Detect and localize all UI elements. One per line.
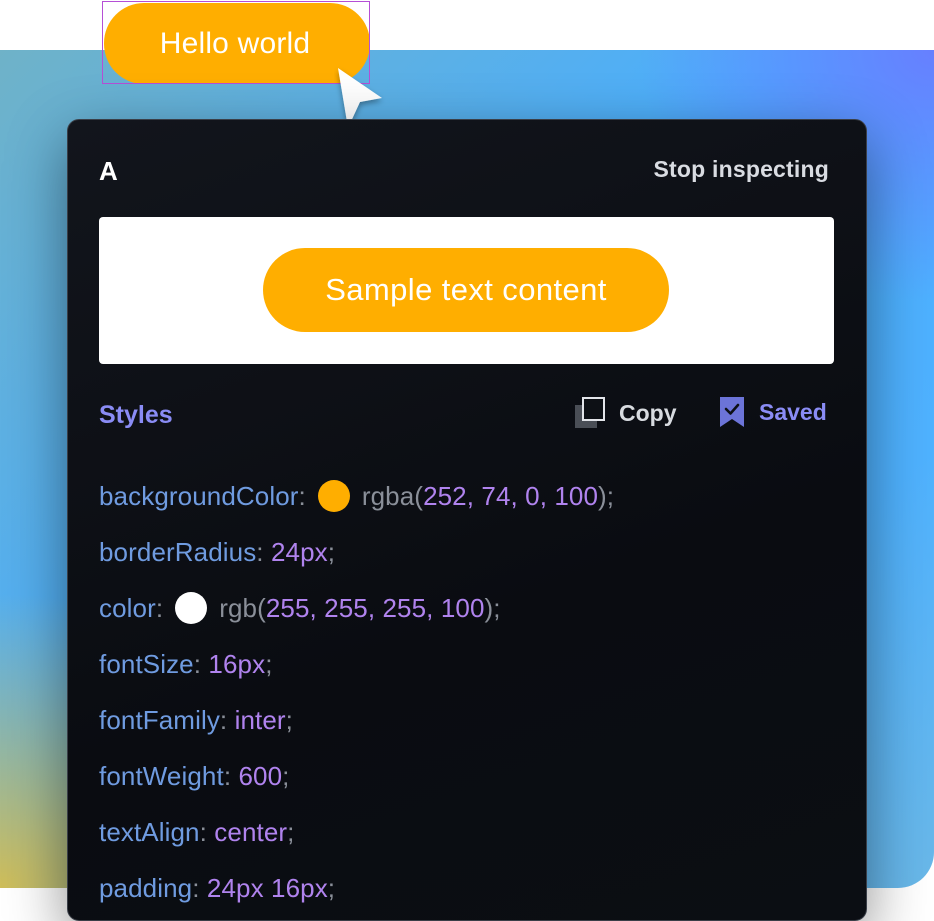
- style-value: 24px: [270, 536, 328, 567]
- style-key: backgroundColor: [99, 480, 299, 511]
- style-key: padding: [99, 872, 193, 903]
- style-key: fontWeight: [99, 760, 224, 791]
- style-function: rgba: [361, 480, 415, 511]
- style-function: rgb: [219, 592, 258, 623]
- style-value: center: [214, 816, 288, 847]
- style-key: fontFamily: [99, 704, 220, 735]
- copy-label: Copy: [619, 399, 677, 426]
- style-key: color: [99, 592, 156, 623]
- style-row-font-weight: fontWeight: 600;: [99, 760, 290, 791]
- inspector-panel: A Stop inspecting Sample text content St…: [67, 119, 867, 921]
- style-row-font-size: fontSize: 16px;: [99, 648, 273, 679]
- bookmark-check-icon: [720, 397, 744, 427]
- style-row-padding: padding: 24px 16px;: [99, 872, 336, 903]
- style-value: 16px: [208, 648, 266, 679]
- saved-label: Saved: [759, 398, 827, 425]
- style-row-background-color: backgroundColor: rgba(252, 74, 0, 100);: [99, 480, 615, 512]
- saved-button[interactable]: Saved: [719, 396, 827, 428]
- sample-preview-label: Sample text content: [325, 272, 607, 307]
- style-properties-list: backgroundColor: rgba(252, 74, 0, 100); …: [99, 468, 614, 916]
- style-row-text-align: textAlign: center;: [99, 816, 295, 847]
- styles-heading: Styles: [99, 401, 173, 429]
- hello-world-label: Hello world: [159, 26, 311, 60]
- style-row-font-family: fontFamily: inter;: [99, 704, 293, 735]
- color-swatch: [317, 480, 350, 512]
- stop-inspecting-button[interactable]: Stop inspecting: [654, 156, 830, 183]
- copy-button[interactable]: Copy: [573, 396, 677, 430]
- copy-icon: [575, 397, 605, 428]
- element-preview: Sample text content: [99, 217, 834, 364]
- style-value: 600: [238, 760, 283, 791]
- hello-world-button[interactable]: Hello world: [104, 3, 370, 84]
- sample-preview-button: Sample text content: [263, 248, 669, 332]
- style-value: 255, 255, 255, 100: [265, 592, 485, 623]
- style-key: borderRadius: [99, 536, 257, 567]
- style-key: textAlign: [99, 816, 200, 847]
- style-value: inter: [234, 704, 286, 735]
- element-tag-title: A: [99, 156, 118, 186]
- style-value: 24px 16px: [206, 872, 328, 903]
- style-row-color: color: rgb(255, 255, 255, 100);: [99, 592, 501, 624]
- style-row-border-radius: borderRadius: 24px;: [99, 536, 336, 567]
- style-key: fontSize: [99, 648, 194, 679]
- style-value: 252, 74, 0, 100: [423, 480, 599, 511]
- color-swatch: [175, 592, 208, 624]
